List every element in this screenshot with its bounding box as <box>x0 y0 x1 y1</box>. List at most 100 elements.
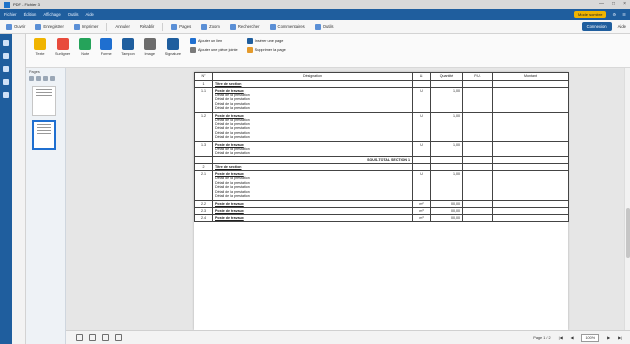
menu-edit[interactable]: Édition <box>24 12 37 17</box>
tab-label: Outils <box>322 24 334 29</box>
tab-redo[interactable]: Rétablir <box>138 23 156 30</box>
vertical-scrollbar[interactable] <box>624 68 630 330</box>
cell-unit-price <box>462 87 493 113</box>
single-page-icon[interactable] <box>76 334 83 341</box>
designation-details: Détail de la prestation Détail de la pres… <box>215 147 410 156</box>
tab-pages[interactable]: Pages <box>169 23 193 31</box>
left-nav <box>0 34 26 344</box>
page-thumbnail-selected[interactable] <box>32 120 56 150</box>
table-row: 2.3 Poste de travaux m³ 00,00 <box>194 206 569 215</box>
tab-zoom[interactable]: Zoom <box>199 23 222 31</box>
tool-signature[interactable]: Signature <box>165 38 181 56</box>
thumbnail-grid-icon[interactable] <box>29 76 34 81</box>
designation-title: Poste de travaux <box>215 201 244 206</box>
cell-designation: Poste de travaux <box>212 206 413 215</box>
thumbnail-delete-icon[interactable] <box>50 76 55 81</box>
add-link-item[interactable]: Ajouter un lien <box>189 38 238 44</box>
tab-undo[interactable]: Annuler <box>113 23 131 30</box>
tool-text[interactable]: Texte <box>34 38 46 56</box>
tool-image[interactable]: Image <box>143 38 156 56</box>
note-icon <box>79 38 92 50</box>
cell-unit: m² <box>412 199 431 208</box>
cell-unit-price <box>462 156 493 165</box>
tab-comments[interactable]: Commentaires <box>268 23 307 31</box>
tab-label: Enregistrer <box>43 24 64 29</box>
tab-label: Rechercher <box>237 24 260 29</box>
comments-icon[interactable] <box>3 66 9 72</box>
document-viewer[interactable]: N° Désignation U. Quantité P.U. Montant … <box>66 68 630 330</box>
item-label: Insérer une page <box>254 39 284 43</box>
tool-stamp[interactable]: Tampon <box>121 38 135 56</box>
table-row: 1 Titre de section <box>194 80 569 88</box>
attachments-icon[interactable] <box>3 79 9 85</box>
cell-unit-price <box>462 206 493 215</box>
tab-label: Zoom <box>209 24 220 29</box>
signature-icon <box>166 38 179 50</box>
close-button[interactable]: × <box>623 1 626 7</box>
tab-open[interactable]: Ouvrir <box>4 23 27 31</box>
last-page-button[interactable]: ▶| <box>618 335 622 340</box>
tool-shape[interactable]: Forme <box>100 38 113 56</box>
stamp-icon <box>121 38 134 50</box>
toolbar: Texte Surligner Note Forme Tampon Image … <box>26 34 630 68</box>
menu-tools[interactable]: Outils <box>68 12 79 17</box>
search-icon <box>229 23 236 30</box>
delete-page-item[interactable]: Supprimer la page <box>246 47 286 53</box>
insert-page-item[interactable]: Insérer une page <box>246 38 286 44</box>
thumb-line <box>36 95 52 96</box>
settings-icon[interactable]: ⚙ <box>612 12 616 17</box>
thumbnail-rotate-icon[interactable] <box>43 76 48 81</box>
menu-file[interactable]: Fichier <box>4 12 17 17</box>
bookmarks-icon[interactable] <box>3 53 9 59</box>
cell-unit: U <box>412 87 431 113</box>
cell-designation: Poste de travaux Détail de la prestation D… <box>212 170 413 201</box>
two-page-icon[interactable] <box>89 334 96 341</box>
add-attachment-item[interactable]: Ajouter une pièce jointe <box>189 47 238 53</box>
continuous-icon[interactable] <box>102 334 109 341</box>
help-button[interactable]: Aide <box>618 24 626 29</box>
separator <box>106 22 108 31</box>
hamburger-menu-icon[interactable]: ☰ <box>622 12 626 17</box>
cell-amount <box>492 199 569 208</box>
cell-amount <box>492 163 569 172</box>
designation-details: Détail de la prestation Détail de la pres… <box>215 118 410 140</box>
dark-mode-button[interactable]: Mode sombre <box>574 11 607 18</box>
page-thumbnail[interactable] <box>32 86 56 116</box>
item-label: Ajouter un lien <box>197 39 223 43</box>
designation-details: Détail de la prestation Détail de la pres… <box>215 176 410 198</box>
cell-number: 2.4 <box>194 213 213 222</box>
menu-view[interactable]: Affichage <box>43 12 60 17</box>
pages-nav-icon[interactable] <box>3 40 9 46</box>
designation-title: Poste de travaux <box>215 208 244 213</box>
tab-tools[interactable]: Outils <box>313 23 336 31</box>
thumb-line <box>36 89 52 90</box>
prev-page-button[interactable]: ◀ <box>571 335 574 340</box>
tool-note[interactable]: Note <box>79 38 92 56</box>
tab-print[interactable]: Imprimer <box>72 23 101 31</box>
thumbnail-list-icon[interactable] <box>36 76 41 81</box>
zoom-field[interactable]: 100% <box>581 333 600 342</box>
cell-unit-price <box>462 199 493 208</box>
col-header: Désignation <box>212 72 413 81</box>
minimize-button[interactable]: — <box>599 1 604 7</box>
login-button[interactable]: Connexion <box>581 22 612 31</box>
table-header-row: N° Désignation U. Quantité P.U. Montant <box>194 72 569 81</box>
tool-highlight[interactable]: Surligner <box>55 38 70 56</box>
tool-label: Note <box>81 52 90 56</box>
first-page-button[interactable]: |◀ <box>559 335 563 340</box>
tab-save[interactable]: Enregistrer <box>33 23 65 31</box>
scroll-thumb[interactable] <box>626 208 630 258</box>
search-panel-icon[interactable] <box>3 92 9 98</box>
menu-help[interactable]: Aide <box>86 12 94 17</box>
cell-number: 1.1 <box>194 87 213 113</box>
cell-amount <box>492 80 569 88</box>
status-bar: Page 1 / 2 |◀ ◀ 100% ▶ ▶| <box>66 330 630 344</box>
tab-search[interactable]: Rechercher <box>228 23 262 31</box>
fit-width-icon[interactable] <box>115 334 122 341</box>
cell-unit-price <box>462 80 493 88</box>
cell-designation: Poste de travaux <box>212 199 413 208</box>
next-page-button[interactable]: ▶ <box>607 335 610 340</box>
maximize-button[interactable]: □ <box>612 1 615 7</box>
designation-details: Détail de la prestation Détail de la pres… <box>215 93 410 111</box>
shape-icon <box>100 38 113 50</box>
